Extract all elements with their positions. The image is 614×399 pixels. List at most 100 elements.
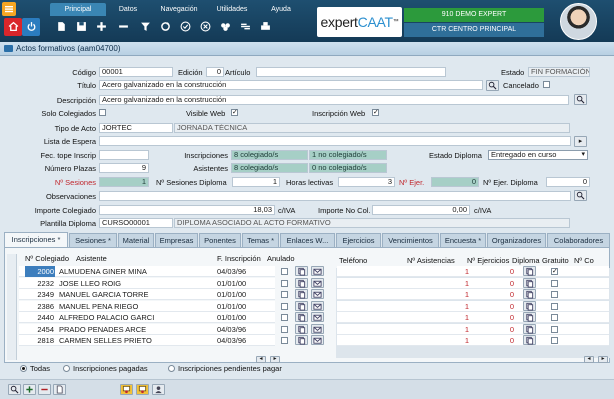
fecha-cell[interactable]: 01/01/00 [217, 301, 257, 312]
header-n-asistencias[interactable]: Nº Asistencias [407, 256, 455, 265]
table-row-right[interactable] [337, 323, 609, 335]
asistente-cell[interactable]: JOSE LLEO ROIG [59, 278, 209, 289]
gratuito-checkbox[interactable] [551, 279, 558, 287]
table-row-right[interactable] [337, 277, 609, 289]
asistencias-cell[interactable]: 1 [439, 266, 469, 277]
estado-diploma-select[interactable]: Entregado en curso [488, 150, 588, 160]
copy-button[interactable] [295, 300, 308, 311]
scroll-left-button[interactable]: ◂ [256, 356, 266, 363]
tab-enlaces-web[interactable]: Enlaces W... [280, 233, 335, 247]
lista-espera-expand-button[interactable]: ▸ [574, 136, 587, 147]
colegiado-cell[interactable]: 2386 [25, 301, 55, 312]
email-button[interactable] [311, 300, 324, 311]
add-record-button[interactable] [23, 384, 36, 395]
n-ejer-diploma-field[interactable]: 0 [546, 177, 590, 187]
delete-button[interactable] [114, 18, 132, 36]
tipo-acto-code-field[interactable]: JORTEC [99, 123, 173, 133]
header-telefono[interactable]: Teléfono [339, 256, 367, 265]
refresh-button[interactable] [156, 18, 174, 36]
table-row-right[interactable] [337, 335, 609, 346]
menu-tab-ayuda[interactable]: Ayuda [256, 3, 306, 16]
tab-material[interactable]: Material [118, 233, 154, 247]
anulado-checkbox[interactable] [281, 314, 288, 321]
articulo-field[interactable] [256, 67, 446, 77]
save-button[interactable] [72, 18, 90, 36]
asistente-cell[interactable]: CARMEN SELLES PRIETO [59, 335, 209, 346]
email-button[interactable] [311, 335, 324, 345]
observaciones-field[interactable] [99, 191, 571, 201]
table-row-right[interactable] [337, 312, 609, 323]
tab-empresas[interactable]: Empresas [155, 233, 198, 247]
visible-web-checkbox[interactable] [231, 109, 238, 116]
anulado-checkbox[interactable] [281, 325, 288, 333]
importe-colegiado-field[interactable]: 18,03 [99, 205, 275, 215]
descripcion-search-button[interactable] [574, 94, 587, 105]
email-button[interactable] [311, 266, 324, 276]
numero-plazas-field[interactable]: 9 [99, 163, 149, 173]
email-button[interactable] [311, 289, 324, 299]
colegiado-cell[interactable]: 2349 [25, 289, 55, 300]
exit-button[interactable] [22, 18, 40, 36]
descripcion-field[interactable]: Acero galvanizado en la construcción [99, 95, 569, 105]
fecha-cell[interactable]: 04/03/96 [217, 324, 257, 335]
menu-tab-datos[interactable]: Datos [108, 3, 148, 16]
header-asistente[interactable]: Asistente [76, 254, 107, 263]
header-gratuito[interactable]: Gratuito [542, 256, 569, 265]
copy-button[interactable] [295, 323, 308, 334]
filter-button[interactable] [136, 18, 154, 36]
menu-tab-utilidades[interactable]: Utilidades [210, 3, 254, 16]
n-sesiones-diploma-field[interactable]: 1 [232, 177, 280, 187]
user-avatar[interactable] [560, 3, 597, 40]
tab-organizadores[interactable]: Organizadores [487, 233, 546, 247]
tab-colaboradores[interactable]: Colaboradores [547, 233, 610, 247]
cancelado-checkbox[interactable] [543, 81, 550, 88]
diploma-button[interactable] [523, 277, 536, 288]
fecha-cell[interactable]: 01/01/00 [217, 278, 257, 289]
menu-tab-principal[interactable]: Principal [50, 3, 106, 16]
header-colegiado[interactable]: Nº Colegiado [25, 254, 69, 263]
accept-button[interactable] [176, 18, 194, 36]
inscripcion-web-checkbox[interactable] [372, 109, 379, 116]
header-diploma[interactable]: Diploma [512, 256, 540, 265]
fec-tope-field[interactable] [99, 150, 149, 160]
header-n-ejercicios[interactable]: Nº Ejercicios [467, 256, 509, 265]
colegiado-cell[interactable]: 2454 [25, 324, 55, 335]
colegiado-cell[interactable]: 2232 [25, 278, 55, 289]
attendance-button[interactable] [152, 384, 165, 395]
asistente-cell[interactable]: MANUEL GARCIA TORRE [59, 289, 209, 300]
group-button[interactable] [216, 18, 234, 36]
asistencias-cell[interactable]: 1 [439, 312, 469, 323]
search-records-button[interactable] [8, 384, 21, 395]
copy-button[interactable] [295, 266, 308, 276]
lista-espera-field[interactable] [99, 136, 571, 146]
cancel-button[interactable] [196, 18, 214, 36]
fecha-cell[interactable]: 04/03/96 [217, 266, 257, 277]
diploma-button[interactable] [523, 335, 536, 345]
colegiado-cell[interactable]: 2818 [25, 335, 55, 346]
ejercicios-cell[interactable]: 0 [484, 289, 514, 300]
fecha-cell[interactable]: 04/03/96 [217, 335, 257, 346]
filter-todas-radio[interactable] [20, 365, 27, 372]
plantilla-code-field[interactable]: CURSO00001 [99, 218, 173, 228]
ejercicios-cell[interactable]: 0 [484, 312, 514, 323]
asistente-cell[interactable]: MANUEL PENA RIEGO [59, 301, 209, 312]
tab-encuesta[interactable]: Encuesta * [440, 233, 486, 247]
table-row-right[interactable] [337, 266, 609, 277]
gratuito-checkbox[interactable] [551, 325, 558, 333]
diploma-button[interactable] [523, 323, 536, 334]
header-anulado[interactable]: Anulado [267, 254, 295, 263]
tab-ejercicios[interactable]: Ejercicios [336, 233, 381, 247]
email-button[interactable] [311, 323, 324, 334]
copy-button[interactable] [295, 277, 308, 288]
codigo-field[interactable]: 00001 [99, 67, 173, 77]
email-button[interactable] [311, 277, 324, 288]
titulo-field[interactable]: Acero galvanizado en la construcción [99, 80, 483, 90]
scroll-right-button[interactable]: ▸ [270, 356, 280, 363]
diploma-button[interactable] [523, 300, 536, 311]
edicion-field[interactable]: 0 [206, 67, 224, 77]
copy-button[interactable] [295, 289, 308, 299]
home-button[interactable] [4, 18, 22, 36]
anulado-checkbox[interactable] [281, 337, 288, 344]
new-button[interactable] [52, 18, 70, 36]
fecha-cell[interactable]: 01/01/00 [217, 312, 257, 323]
